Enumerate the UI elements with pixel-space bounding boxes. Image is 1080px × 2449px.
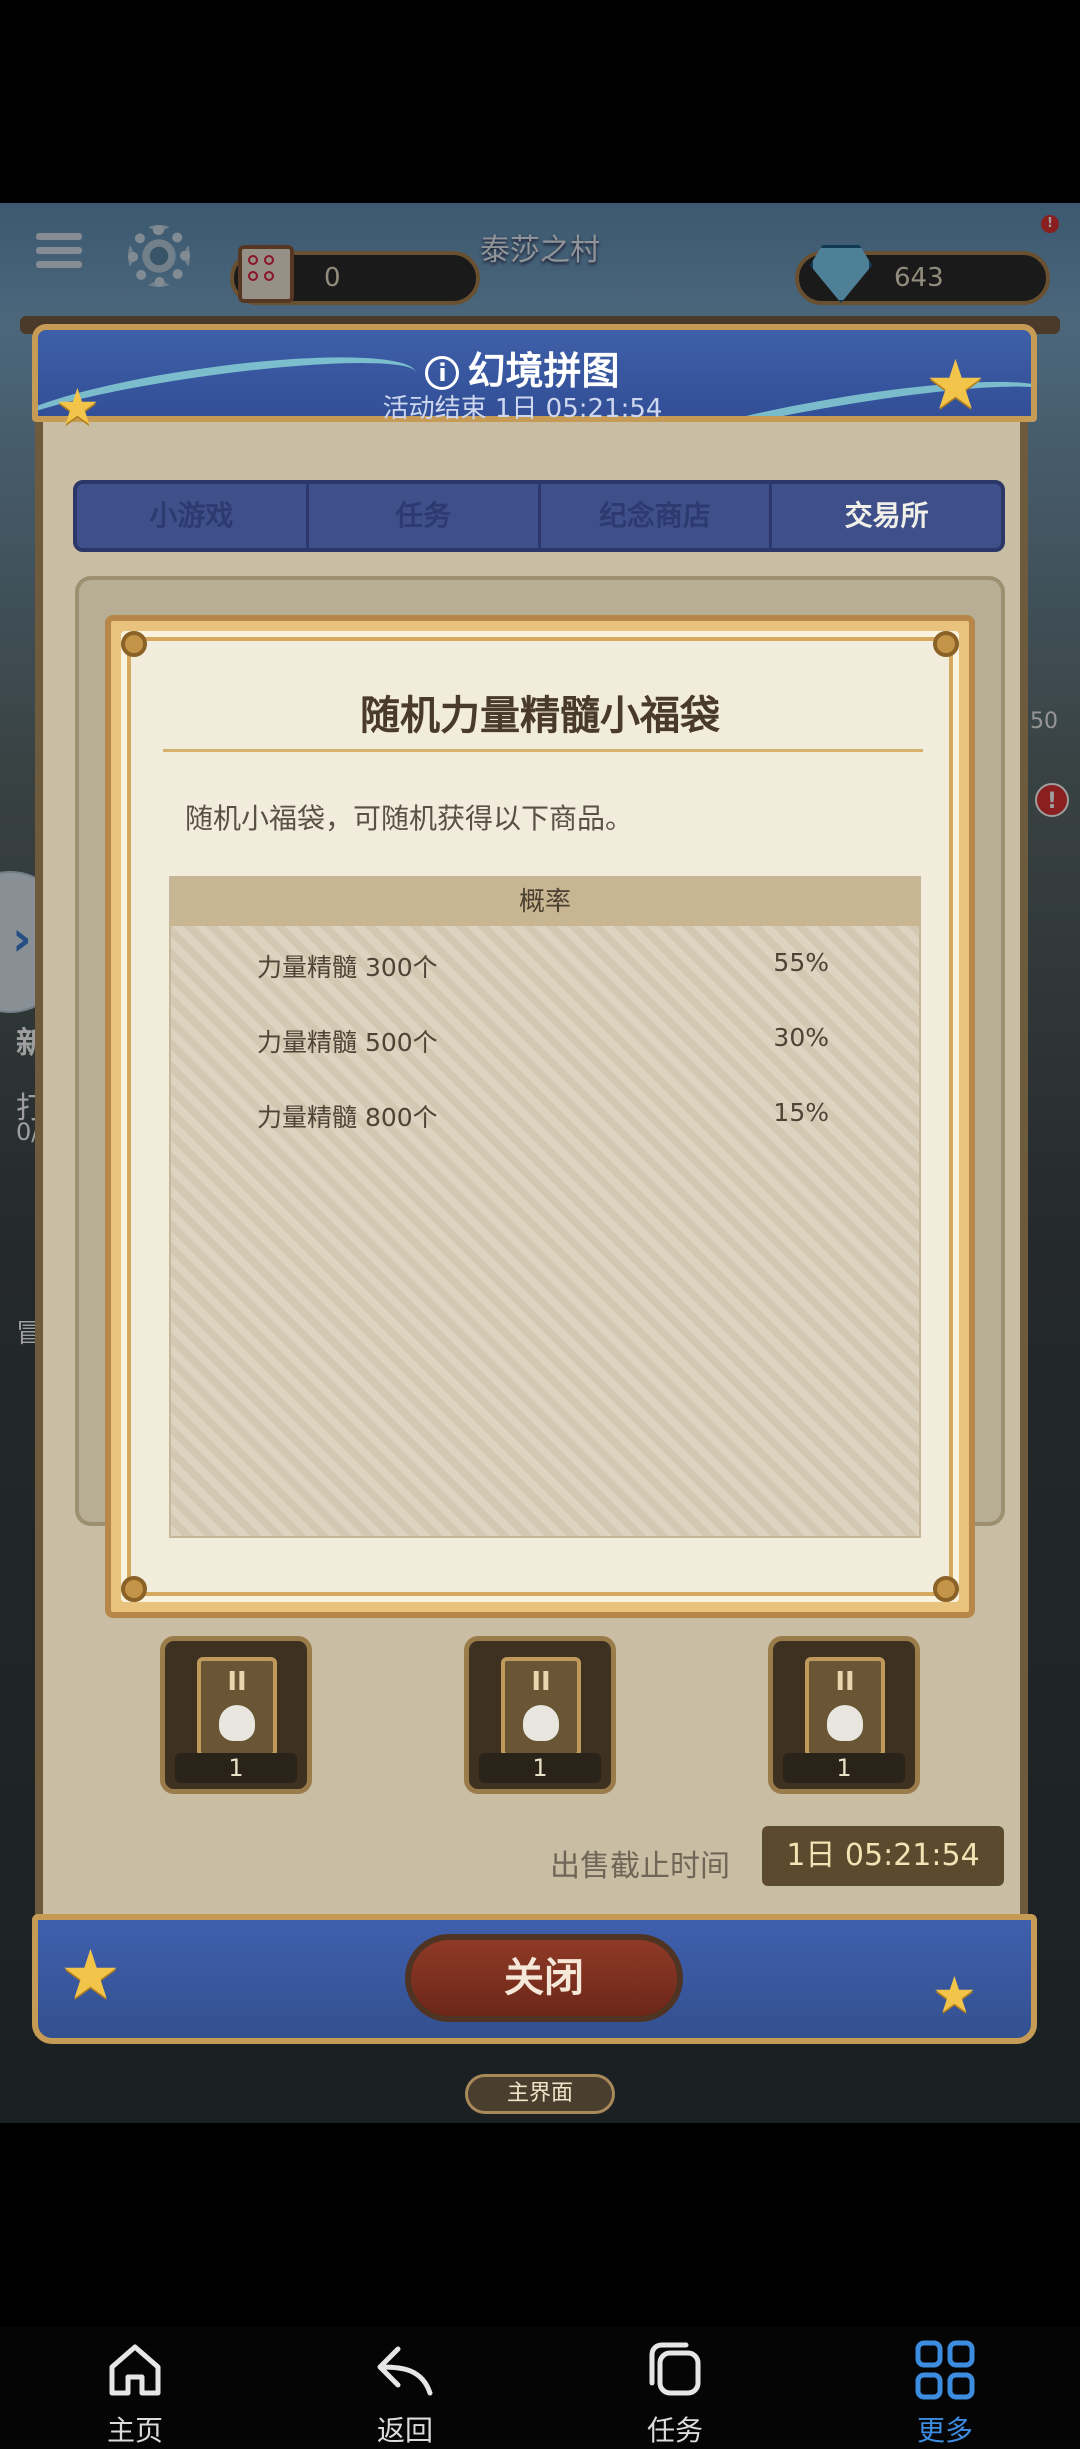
- row-item-name: 力量精髓 300个: [257, 953, 438, 982]
- panel-title-text: 幻境拼图: [467, 349, 620, 393]
- item-count: 1: [175, 1753, 297, 1783]
- row-probability: 55%: [773, 948, 829, 977]
- row-probability: 30%: [773, 1023, 829, 1052]
- table-header: 概率: [171, 878, 919, 926]
- divider: [163, 749, 923, 752]
- row-probability: 15%: [773, 1098, 829, 1127]
- more-grid-icon: [915, 2340, 975, 2400]
- tab-souvenir-shop[interactable]: 纪念商店: [541, 484, 773, 548]
- reward-card[interactable]: II 1: [768, 1636, 920, 1794]
- table-row: 力量精髓 500个 30%: [171, 1001, 919, 1076]
- bolt-decoration: [121, 1576, 147, 1602]
- tab-tasks[interactable]: 任务: [309, 484, 541, 548]
- info-icon[interactable]: i: [425, 356, 460, 390]
- star-icon: ★: [925, 346, 986, 425]
- back-icon: [377, 2346, 433, 2396]
- nav-more[interactable]: 更多: [810, 2327, 1080, 2449]
- home-icon: [109, 2344, 161, 2396]
- bolt-decoration: [933, 631, 959, 657]
- item-count: 1: [783, 1753, 905, 1783]
- star-icon: ★: [60, 1936, 121, 2015]
- reward-card[interactable]: II 1: [464, 1636, 616, 1794]
- sale-deadline-label: 出售截止时间: [550, 1849, 730, 1884]
- tab-minigame[interactable]: 小游戏: [77, 484, 309, 548]
- probability-table: 概率 力量精髓 300个 55% 力量精髓 500个 30% 力量精髓 800个…: [169, 876, 921, 1538]
- row-item-name: 力量精髓 800个: [257, 1103, 438, 1132]
- main-screen-button[interactable]: 主界面: [465, 2074, 615, 2114]
- tab-exchange[interactable]: 交易所: [772, 484, 1001, 548]
- item-icon: II: [501, 1657, 581, 1757]
- nav-label: 返回: [376, 2414, 433, 2447]
- nav-label: 主页: [106, 2414, 163, 2447]
- nav-home[interactable]: 主页: [0, 2327, 270, 2449]
- bottom-navigation: 主页 返回 任务 更多: [0, 2327, 1080, 2449]
- row-item-name: 力量精髓 500个: [257, 1028, 438, 1057]
- sale-deadline-timer: 1日 05:21:54: [762, 1826, 1004, 1886]
- item-count: 1: [479, 1753, 601, 1783]
- item-icon: II: [197, 1657, 277, 1757]
- nav-back[interactable]: 返回: [270, 2327, 540, 2449]
- reward-card[interactable]: II 1: [160, 1636, 312, 1794]
- popup-title: 随机力量精髓小福袋: [360, 693, 720, 739]
- star-icon: ★: [932, 1966, 977, 2024]
- item-info-popup: 随机力量精髓小福袋 随机小福袋，可随机获得以下商品。 概率 力量精髓 300个 …: [105, 615, 975, 1618]
- table-row: 力量精髓 300个 55%: [171, 926, 919, 1001]
- table-row: 力量精髓 800个 15%: [171, 1076, 919, 1151]
- panel-title: i 幻境拼图: [20, 340, 1025, 395]
- nav-label: 更多: [916, 2414, 973, 2447]
- event-countdown: 活动结束 1日 05:21:54: [382, 394, 663, 424]
- bolt-decoration: [121, 631, 147, 657]
- star-icon: ★: [55, 378, 100, 436]
- nav-tasks[interactable]: 任务: [540, 2327, 810, 2449]
- tab-bar: 小游戏 任务 纪念商店 交易所: [73, 480, 1005, 552]
- item-icon: II: [805, 1657, 885, 1757]
- popup-description: 随机小福袋，可随机获得以下商品。: [185, 802, 634, 835]
- nav-label: 任务: [646, 2414, 703, 2447]
- close-button[interactable]: 关闭: [405, 1934, 683, 2022]
- bolt-decoration: [933, 1576, 959, 1602]
- tasks-icon: [649, 2342, 701, 2396]
